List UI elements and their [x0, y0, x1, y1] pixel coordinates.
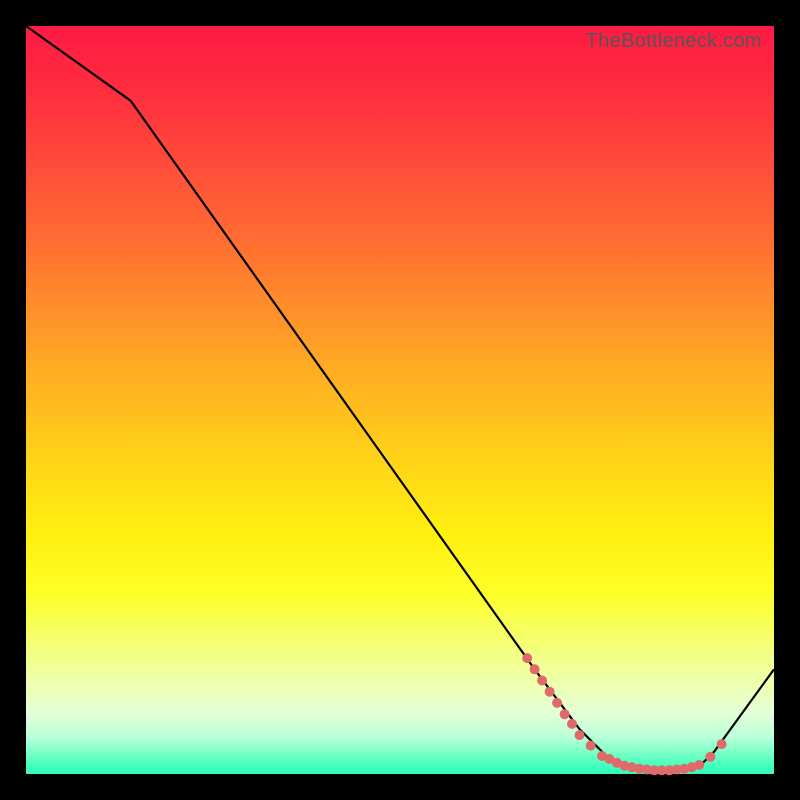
highlight-markers [522, 653, 726, 775]
marker-dot [545, 687, 555, 697]
bottleneck-curve-line [26, 26, 774, 770]
marker-dot [567, 719, 577, 729]
marker-dot [694, 760, 704, 770]
chart-svg [26, 26, 774, 774]
marker-dot [560, 709, 570, 719]
marker-dot [705, 752, 715, 762]
marker-dot [717, 739, 727, 749]
marker-dot [522, 653, 532, 663]
marker-dot [552, 698, 562, 708]
curve-path [26, 26, 774, 770]
marker-dot [575, 730, 585, 740]
marker-dot [530, 664, 540, 674]
marker-dot [586, 741, 596, 751]
plot-area: TheBottleneck.com [26, 26, 774, 774]
chart-container: TheBottleneck.com [0, 0, 800, 800]
marker-dot [537, 676, 547, 686]
